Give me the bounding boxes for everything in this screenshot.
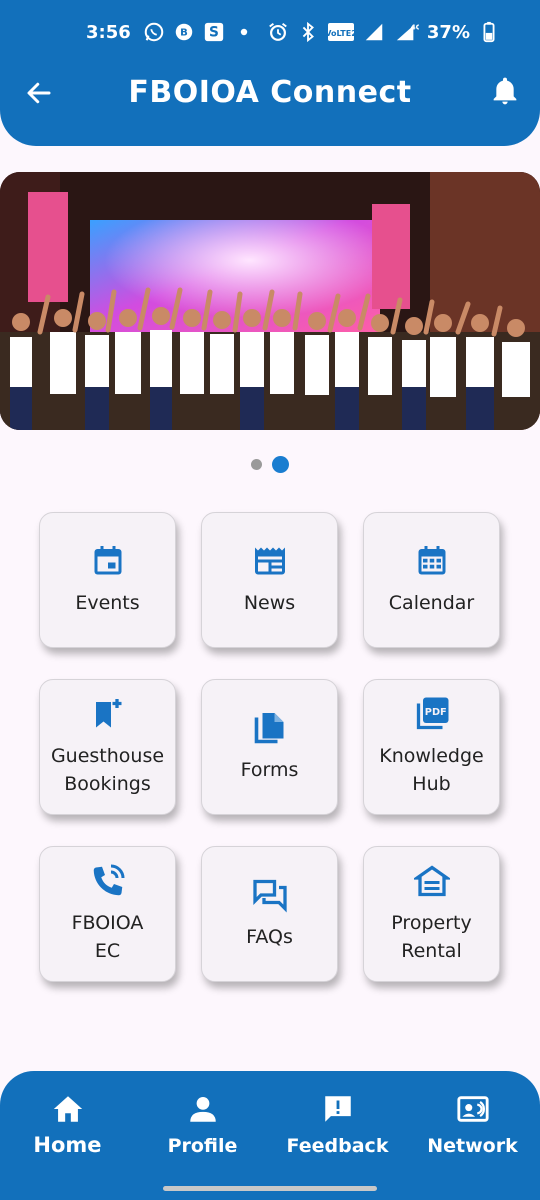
knowledge-hub-card[interactable]: PDF Knowledge Hub bbox=[363, 679, 500, 815]
bookmark-add-icon bbox=[90, 696, 126, 732]
home-icon bbox=[50, 1091, 86, 1127]
calendar-label: Calendar bbox=[388, 592, 475, 614]
nav-home-label: Home bbox=[33, 1133, 102, 1157]
calendar-event-icon bbox=[90, 543, 126, 579]
nav-home[interactable]: Home bbox=[0, 1091, 135, 1200]
events-label: Events bbox=[75, 592, 140, 614]
status-time: 3:56 bbox=[86, 21, 131, 43]
calendar-month-icon bbox=[414, 543, 450, 579]
feedback-icon bbox=[320, 1091, 356, 1127]
bluetooth-icon bbox=[297, 21, 319, 43]
battery-percent: 37% bbox=[426, 21, 470, 43]
carousel-indicator bbox=[0, 456, 540, 473]
alarm-icon bbox=[267, 21, 289, 43]
newspaper-icon bbox=[252, 543, 288, 579]
news-card[interactable]: News bbox=[201, 512, 338, 648]
fboioa-ec-label: FBOIOA EC bbox=[71, 912, 144, 962]
banner-photo bbox=[0, 172, 540, 430]
forms-label: Forms bbox=[240, 759, 299, 781]
carousel-dot-2-active[interactable] bbox=[272, 456, 289, 473]
guesthouse-bookings-label: Guesthouse Bookings bbox=[50, 745, 165, 795]
dot-icon bbox=[233, 21, 255, 43]
carousel-banner[interactable] bbox=[0, 172, 540, 430]
signal-4g-icon: 4G bbox=[393, 21, 419, 43]
svg-text:VoLTE2: VoLTE2 bbox=[327, 29, 355, 38]
feature-grid: Events News Calendar Guesthouse Bookings… bbox=[39, 512, 501, 982]
svg-text:S: S bbox=[209, 25, 219, 41]
volte-icon: VoLTE2 bbox=[327, 21, 355, 43]
pdf-icon: PDF bbox=[414, 696, 450, 732]
person-icon bbox=[185, 1091, 221, 1127]
arrow-back-icon[interactable] bbox=[22, 76, 56, 110]
app-header: 3:56 B S VoLTE2 4 37% FBOIOA Connect bbox=[0, 0, 540, 146]
contact-card-icon bbox=[455, 1091, 491, 1127]
news-label: News bbox=[243, 592, 296, 614]
fboioa-ec-card[interactable]: FBOIOA EC bbox=[39, 846, 176, 982]
svg-text:4G: 4G bbox=[410, 22, 418, 31]
forum-icon bbox=[252, 877, 288, 913]
knowledge-hub-label: Knowledge Hub bbox=[379, 745, 484, 795]
nav-network-label: Network bbox=[427, 1135, 518, 1157]
guesthouse-bookings-card[interactable]: Guesthouse Bookings bbox=[39, 679, 176, 815]
events-card[interactable]: Events bbox=[39, 512, 176, 648]
svg-text:B: B bbox=[180, 28, 188, 39]
app-bar: FBOIOA Connect bbox=[0, 62, 540, 122]
calendar-card[interactable]: Calendar bbox=[363, 512, 500, 648]
forms-card[interactable]: Forms bbox=[201, 679, 338, 815]
whatsapp-icon bbox=[143, 21, 165, 43]
nav-feedback[interactable]: Feedback bbox=[270, 1091, 405, 1200]
nav-profile-label: Profile bbox=[167, 1135, 238, 1157]
whatsapp-business-icon: B bbox=[173, 21, 195, 43]
house-icon bbox=[411, 863, 452, 899]
signal-icon bbox=[363, 21, 385, 43]
bell-icon[interactable] bbox=[488, 74, 522, 108]
faqs-card[interactable]: FAQs bbox=[201, 846, 338, 982]
home-indicator[interactable] bbox=[163, 1186, 377, 1191]
app-title: FBOIOA Connect bbox=[128, 74, 412, 110]
svg-text:PDF: PDF bbox=[424, 707, 446, 718]
bottom-navigation: Home Profile Feedback Network bbox=[0, 1071, 540, 1200]
status-bar: 3:56 B S VoLTE2 4 37% bbox=[0, 0, 540, 64]
nav-feedback-label: Feedback bbox=[286, 1135, 389, 1157]
nav-network[interactable]: Network bbox=[405, 1091, 540, 1200]
nav-profile[interactable]: Profile bbox=[135, 1091, 270, 1200]
phone-call-icon bbox=[90, 863, 126, 899]
property-rental-label: Property Rental bbox=[391, 912, 472, 962]
battery-icon bbox=[478, 21, 500, 43]
carousel-dot-1[interactable] bbox=[251, 459, 262, 470]
file-copy-icon bbox=[252, 710, 288, 746]
faqs-label: FAQs bbox=[246, 926, 293, 948]
s-app-icon: S bbox=[203, 21, 225, 43]
property-rental-card[interactable]: Property Rental bbox=[363, 846, 500, 982]
